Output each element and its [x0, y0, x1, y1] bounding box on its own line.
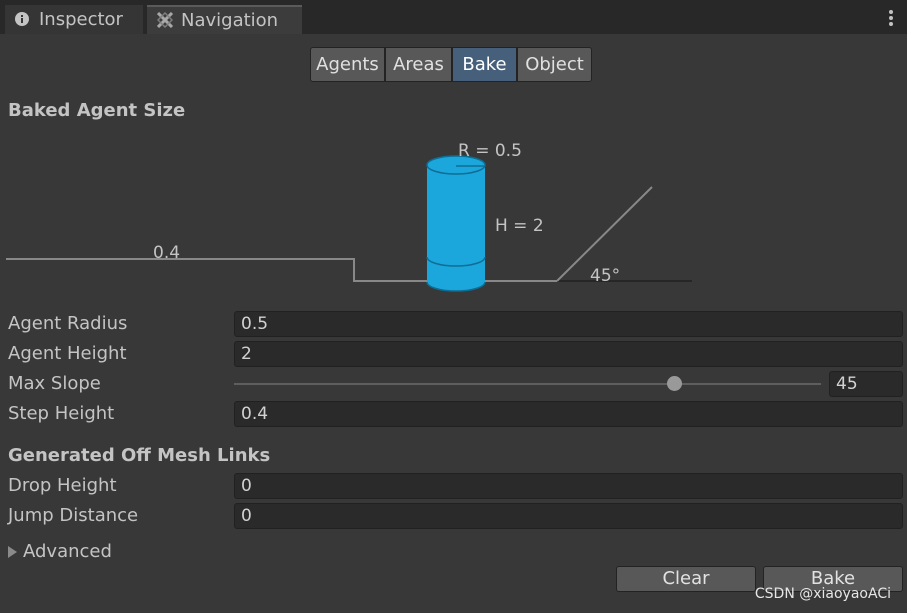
- drop-height-field[interactable]: 0: [234, 473, 903, 499]
- agent-cylinder: [426, 155, 486, 292]
- tab-navigation[interactable]: Navigation: [147, 5, 302, 34]
- agent-radius-row: Agent Radius 0.5: [0, 310, 907, 338]
- advanced-label: Advanced: [23, 541, 112, 562]
- drop-height-row: Drop Height 0: [0, 472, 907, 500]
- max-slope-field[interactable]: 45: [829, 371, 903, 397]
- step-height-field[interactable]: 0.4: [234, 401, 903, 427]
- off-mesh-links-title: Generated Off Mesh Links: [8, 445, 271, 466]
- subtab-agents[interactable]: Agents: [310, 47, 385, 82]
- agent-height-field[interactable]: 2: [234, 341, 903, 367]
- clear-button[interactable]: Clear: [616, 566, 756, 592]
- height-label: H = 2: [495, 216, 544, 236]
- step-height-row: Step Height 0.4: [0, 400, 907, 428]
- tab-inspector[interactable]: Inspector: [5, 5, 143, 34]
- watermark: CSDN @xiaoyaoACi: [754, 586, 891, 602]
- subtab-areas[interactable]: Areas: [385, 47, 452, 82]
- foldout-arrow-icon: [8, 546, 17, 558]
- agent-height-label: Agent Height: [8, 343, 127, 364]
- slope-angle-label: 45°: [590, 266, 620, 286]
- tab-navigation-label: Navigation: [181, 10, 279, 31]
- radius-label: R = 0.5: [458, 141, 522, 161]
- drop-height-label: Drop Height: [8, 475, 117, 496]
- agent-size-diagram: R = 0.5 H = 2 0.4 45°: [6, 141, 692, 292]
- agent-height-row: Agent Height 2: [0, 340, 907, 368]
- info-icon: [15, 12, 29, 26]
- kebab-menu-icon[interactable]: [889, 10, 893, 26]
- tab-bar: Inspector Navigation: [0, 0, 907, 34]
- agent-radius-label: Agent Radius: [8, 313, 128, 334]
- step-height-label: Step Height: [8, 403, 115, 424]
- navigation-subtabs: Agents Areas Bake Object: [310, 47, 592, 82]
- step-height-label: 0.4: [153, 243, 180, 263]
- jump-distance-row: Jump Distance 0: [0, 502, 907, 530]
- max-slope-slider-track[interactable]: [234, 383, 821, 385]
- max-slope-slider-thumb[interactable]: [666, 376, 682, 391]
- max-slope-row: Max Slope 45: [0, 370, 907, 398]
- agent-radius-field[interactable]: 0.5: [234, 311, 903, 337]
- jump-distance-label: Jump Distance: [8, 505, 139, 526]
- subtab-object[interactable]: Object: [517, 47, 592, 82]
- max-slope-label: Max Slope: [8, 373, 101, 394]
- navigation-icon: [157, 12, 173, 28]
- subtab-bake[interactable]: Bake: [452, 47, 517, 82]
- tab-inspector-label: Inspector: [39, 9, 123, 30]
- baked-agent-size-title: Baked Agent Size: [8, 100, 186, 121]
- jump-distance-field[interactable]: 0: [234, 503, 903, 529]
